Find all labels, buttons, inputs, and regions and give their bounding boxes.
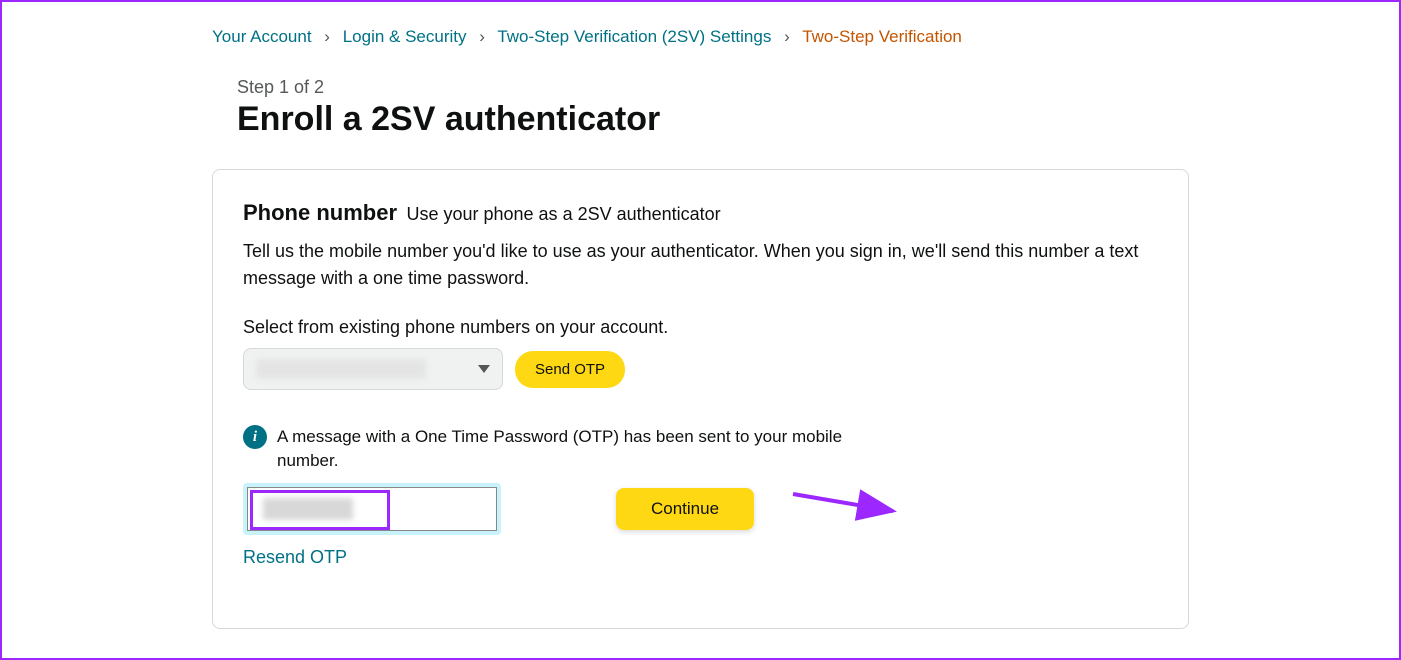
step-indicator: Step 1 of 2	[237, 77, 1189, 98]
phone-section-title: Phone number	[243, 200, 397, 225]
phone-section-body: Tell us the mobile number you'd like to …	[243, 238, 1143, 292]
info-icon: i	[243, 425, 267, 449]
phone-number-select[interactable]	[243, 348, 503, 390]
breadcrumb-separator: ›	[784, 27, 790, 46]
enrollment-card: Phone number Use your phone as a 2SV aut…	[212, 169, 1189, 629]
send-otp-button[interactable]: Send OTP	[515, 351, 625, 388]
phone-number-redacted	[256, 359, 426, 379]
breadcrumb-link-login-security[interactable]: Login & Security	[343, 27, 467, 46]
phone-section-subtitle: Use your phone as a 2SV authenticator	[406, 204, 720, 224]
otp-input[interactable]	[247, 487, 497, 531]
otp-value-redacted	[263, 498, 353, 520]
continue-button[interactable]: Continue	[616, 488, 754, 530]
breadcrumb-separator: ›	[479, 27, 485, 46]
otp-sent-message: A message with a One Time Password (OTP)…	[277, 425, 853, 473]
annotation-arrow-icon	[783, 489, 933, 529]
resend-otp-link[interactable]: Resend OTP	[243, 547, 1158, 568]
breadcrumb-link-your-account[interactable]: Your Account	[212, 27, 312, 46]
otp-input-wrapper	[243, 483, 501, 535]
breadcrumb-separator: ›	[324, 27, 330, 46]
breadcrumb: Your Account › Login & Security › Two-St…	[212, 27, 1189, 47]
chevron-down-icon	[478, 365, 490, 373]
page-title: Enroll a 2SV authenticator	[237, 100, 1189, 139]
select-phone-label: Select from existing phone numbers on yo…	[243, 317, 1158, 338]
breadcrumb-link-2sv-settings[interactable]: Two-Step Verification (2SV) Settings	[497, 27, 771, 46]
breadcrumb-current: Two-Step Verification	[802, 27, 962, 46]
